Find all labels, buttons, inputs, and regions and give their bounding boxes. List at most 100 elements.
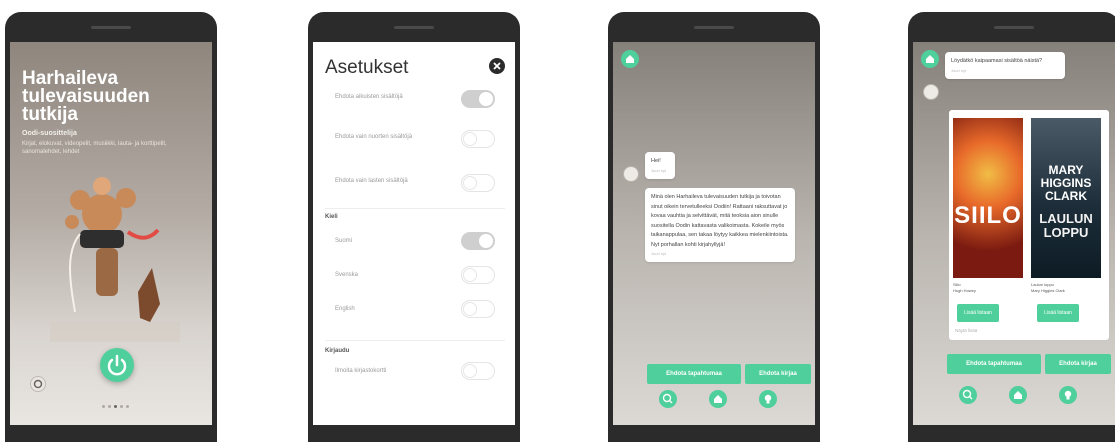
home-nav-button[interactable] — [1009, 386, 1027, 404]
toggle-knob — [463, 268, 477, 282]
suggest-book-button[interactable]: Ehdota kirjaa — [745, 364, 811, 384]
book-meta: Laulun loppu Mary Higgins Clark — [1031, 282, 1065, 294]
setting-row: Ehdota vain nuorten sisältöjä — [313, 130, 515, 160]
page-dot-active — [114, 405, 117, 408]
page-indicator — [102, 405, 129, 408]
setting-row: Ehdota vain lasten sisältöjä — [313, 174, 515, 204]
login-row: Ilmoita kirjastokortti — [313, 362, 515, 392]
search-button[interactable] — [659, 390, 677, 408]
question-time: Juuri nyt — [951, 67, 967, 73]
language-row: Suomi — [313, 232, 515, 262]
divider — [325, 340, 505, 341]
language-label: Suomi — [335, 238, 353, 244]
settings-screen: Asetukset Ehdota aikuisten sisältöjä Ehd… — [313, 42, 515, 425]
search-icon — [662, 393, 673, 404]
app-description: Kirjat, elokuvat, videopelit, musiikki, … — [22, 141, 167, 155]
home-nav-button[interactable] — [709, 390, 727, 408]
book-author: Hugh Howey — [953, 288, 976, 293]
language-section-label: Kieli — [325, 214, 338, 220]
greeting-text: Hei! — [651, 158, 661, 164]
toggle-knob — [463, 302, 477, 316]
youth-content-toggle[interactable] — [461, 130, 495, 148]
intro-message-text: Minä olen Harhaileva tulevaisuuden tutki… — [651, 194, 789, 248]
suggest-event-button[interactable]: Ehdota tapahtumaa — [647, 364, 741, 384]
toggle-knob — [479, 92, 493, 106]
book-cover-siilo[interactable]: SIILO — [953, 118, 1023, 278]
home-icon — [714, 395, 722, 403]
show-more-link[interactable]: Näytä lisää — [955, 328, 977, 333]
setting-label: Ehdota vain lasten sisältöjä — [335, 178, 408, 184]
language-toggle-svenska[interactable] — [461, 266, 495, 284]
language-row: Svenska — [313, 266, 515, 296]
question-bubble: Löydätkö kaipaamasi sisältöä näistä? Juu… — [945, 52, 1065, 79]
login-section-label: Kirjaudu — [325, 348, 350, 354]
page-dot — [102, 405, 105, 408]
speaker — [91, 26, 131, 29]
settings-title: Asetukset — [325, 57, 409, 78]
setting-label: Ehdota vain nuorten sisältöjä — [335, 134, 413, 140]
library-card-toggle[interactable] — [461, 362, 495, 380]
book-author: Mary Higgins Clark — [1031, 288, 1065, 293]
page-dot — [120, 405, 123, 408]
home-button[interactable] — [621, 50, 639, 68]
phone-intro: Harhaileva tulevaisuuden tutkija Oodi-su… — [5, 12, 217, 442]
intro-message-bubble: Minä olen Harhaileva tulevaisuuden tutki… — [645, 188, 795, 262]
search-icon — [962, 389, 973, 400]
page-dot — [126, 405, 129, 408]
idea-button[interactable] — [1059, 386, 1077, 404]
lightbulb-icon — [1064, 390, 1072, 400]
greeting-bubble: Hei! Juuri nyt — [645, 152, 675, 179]
book-cover-laulun-loppu[interactable]: MARY HIGGINS CLARK LAULUN LOPPU — [1031, 118, 1101, 278]
login-option-label: Ilmoita kirjastokortti — [335, 368, 387, 374]
power-button[interactable] — [100, 348, 134, 382]
toggle-knob — [463, 364, 477, 378]
speaker — [394, 26, 434, 29]
adult-content-toggle[interactable] — [461, 90, 495, 108]
divider — [325, 208, 505, 209]
power-icon — [107, 354, 127, 376]
cover-author: MARY HIGGINS CLARK — [1040, 163, 1092, 203]
suggest-event-button[interactable]: Ehdota tapahtumaa — [947, 354, 1041, 374]
book-carousel: SIILO MARY HIGGINS CLARK LAULUN LOPPU Si… — [949, 110, 1109, 340]
bot-avatar — [923, 84, 939, 100]
chat-screen: Hei! Juuri nyt Minä olen Harhaileva tule… — [613, 42, 815, 425]
app-subtitle: Oodi-suosittelija — [22, 130, 77, 137]
language-row: English — [313, 300, 515, 330]
cover-title: SIILO — [954, 202, 1022, 229]
toggle-knob — [463, 132, 477, 146]
phone-settings: Asetukset Ehdota aikuisten sisältöjä Ehd… — [308, 12, 520, 442]
speaker — [694, 26, 734, 29]
search-button[interactable] — [959, 386, 977, 404]
recommendations-screen: Löydätkö kaipaamasi sisältöä näistä? Juu… — [913, 42, 1115, 425]
close-button[interactable] — [489, 58, 505, 74]
idea-button[interactable] — [759, 390, 777, 408]
language-label: Svenska — [335, 272, 359, 278]
message-time: Juuri nyt — [651, 251, 667, 256]
children-content-toggle[interactable] — [461, 174, 495, 192]
toggle-knob — [463, 176, 477, 190]
add-to-list-button[interactable]: Lisää listaan — [1037, 304, 1079, 322]
close-icon — [493, 62, 501, 70]
setting-row: Ehdota aikuisten sisältöjä — [313, 90, 515, 120]
lightbulb-icon — [764, 394, 772, 404]
settings-button[interactable] — [30, 376, 46, 392]
intro-screen: Harhaileva tulevaisuuden tutkija Oodi-su… — [10, 42, 212, 425]
language-toggle-english[interactable] — [461, 300, 495, 318]
phone-recommendations: Löydätkö kaipaamasi sisältöä näistä? Juu… — [908, 12, 1115, 442]
question-text: Löydätkö kaipaamasi sisältöä näistä? — [951, 58, 1043, 64]
home-icon — [926, 55, 934, 63]
app-title: Harhaileva tulevaisuuden tutkija — [22, 68, 150, 125]
toggle-knob — [479, 234, 493, 248]
book-meta: Siilo Hugh Howey — [953, 282, 976, 294]
cover-title: LAULUN LOPPU — [1039, 211, 1093, 240]
language-toggle-suomi[interactable] — [461, 232, 495, 250]
gear-icon — [33, 379, 43, 389]
greeting-time: Juuri nyt — [651, 167, 667, 173]
language-label: English — [335, 306, 355, 312]
add-to-list-button[interactable]: Lisää listaan — [957, 304, 999, 322]
suggest-book-button[interactable]: Ehdota kirjaa — [1045, 354, 1111, 374]
home-icon — [626, 55, 634, 63]
home-button[interactable] — [921, 50, 939, 68]
setting-label: Ehdota aikuisten sisältöjä — [335, 94, 403, 100]
phone-chat: Hei! Juuri nyt Minä olen Harhaileva tule… — [608, 12, 820, 442]
